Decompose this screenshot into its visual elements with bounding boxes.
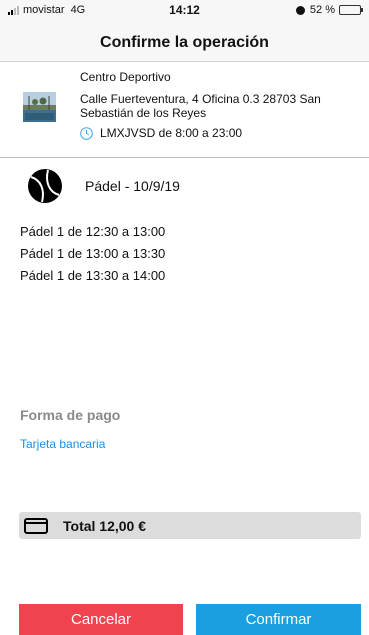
status-right: 52 % [295, 4, 363, 16]
alarm-icon [295, 5, 305, 15]
total-box: Total 12,00 € [19, 512, 361, 539]
venue-thumbnail [23, 92, 56, 122]
booking-list: Pádel 1 de 12:30 a 13:00 Pádel 1 de 13:0… [20, 225, 165, 291]
clock-icon [80, 126, 93, 140]
confirm-button-label: Confirmar [245, 611, 312, 628]
venue-info: Centro Deportivo Calle Fuerteventura, 4 … [0, 62, 369, 158]
battery-icon [339, 5, 363, 15]
cancel-button[interactable]: Cancelar [19, 604, 183, 635]
credit-card-icon [24, 517, 48, 534]
booking-slot: Pádel 1 de 13:30 a 14:00 [20, 268, 166, 283]
booking-slot: Pádel 1 de 12:30 a 13:00 [20, 224, 166, 239]
confirm-button[interactable]: Confirmar [196, 604, 361, 635]
cancel-button-label: Cancelar [70, 611, 132, 628]
status-bar: movistar 4G 14:12 52 % [0, 0, 369, 20]
venue-hours: LMXJVSD de 8:00 a 23:00 [80, 126, 242, 140]
venue-address: Calle Fuerteventura, 4 Oficina 0.3 28703… [80, 92, 321, 120]
sport-title: Pádel - 10/9/19 [85, 178, 180, 194]
page-title: Confirme la operación [100, 34, 269, 51]
booking-slot: Pádel 1 de 13:00 a 13:30 [20, 246, 166, 261]
total-amount: Total 12,00 € [63, 517, 147, 534]
sport-header: Pádel - 10/9/19 [27, 168, 180, 204]
nav-bar: Confirme la operación [0, 20, 369, 62]
padel-ball-icon [28, 169, 62, 203]
battery-percent: 52 % [309, 4, 335, 16]
venue-name: Centro Deportivo [80, 70, 171, 84]
venue-hours-text: LMXJVSD de 8:00 a 23:00 [100, 126, 243, 140]
payment-method-link[interactable]: Tarjeta bancaria [20, 437, 105, 451]
payment-title: Forma de pago [20, 407, 121, 423]
